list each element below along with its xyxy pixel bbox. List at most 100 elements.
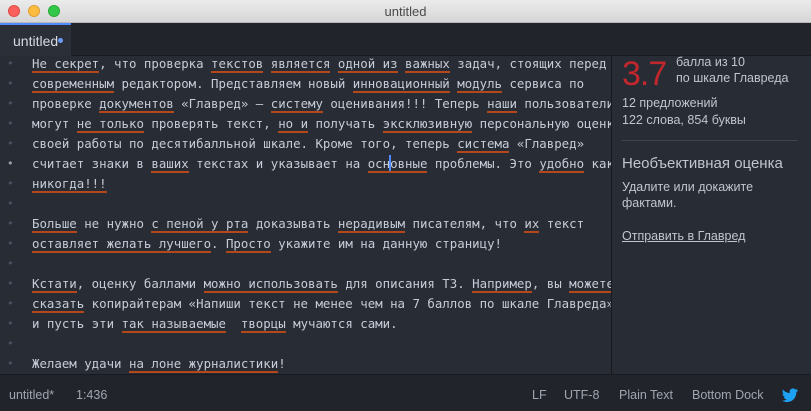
editor-line[interactable]: Желаем удачи на лоне журналистики! xyxy=(32,354,286,374)
text-segment: проблемы. Это xyxy=(427,156,540,171)
gutter-marker: • xyxy=(7,157,14,170)
flagged-word[interactable]: овные xyxy=(390,156,428,173)
gutter-marker: • xyxy=(7,137,14,150)
flagged-word[interactable]: оставляет желать лучшего xyxy=(32,236,212,253)
flagged-word[interactable]: ваших xyxy=(151,156,189,173)
text-segment: проверке xyxy=(32,96,100,111)
gutter-marker: • xyxy=(7,97,14,110)
text-segment: пользователи xyxy=(516,96,614,111)
editor-line[interactable]: Не секрет, что проверка текстов является… xyxy=(32,54,606,74)
flagged-word[interactable]: Например xyxy=(472,276,532,293)
text-segment: писателям, что xyxy=(405,216,525,231)
panel-divider xyxy=(622,140,798,141)
editor-line[interactable]: считает знаки в ваших текстах и указывае… xyxy=(32,154,614,174)
warning-text-2: фактами. xyxy=(622,196,677,210)
editor-line[interactable]: и пусть эти так называемые творцы мучают… xyxy=(32,314,398,334)
editor-line[interactable]: Больше не нужно с пеной у рта доказывать… xyxy=(32,214,584,234)
score-value: 3.7 xyxy=(622,55,667,93)
editor-line[interactable]: современным редактором. Представляем нов… xyxy=(32,74,584,94)
flagged-word[interactable]: их xyxy=(524,216,540,233)
text-segment: . xyxy=(211,236,226,251)
flagged-word[interactable]: современным xyxy=(32,76,115,93)
gutter: • • • • • • • • • • • • • • • • xyxy=(0,56,22,374)
flagged-word[interactable]: систему xyxy=(270,96,323,113)
tab-untitled[interactable]: untitled xyxy=(0,23,71,56)
app-window: untitled untitled • • • • • • • • • • • • • • • • Не се… xyxy=(0,0,811,411)
text-segment: редактором. Представляем новый xyxy=(114,76,353,91)
text-segment: проверять текст, xyxy=(143,116,279,131)
flagged-word[interactable]: Не секрет xyxy=(32,56,100,73)
text-segment: «Главред» xyxy=(509,136,585,151)
gutter-marker: • xyxy=(7,57,14,70)
gutter-marker: • xyxy=(7,117,14,130)
status-encoding[interactable]: UTF-8 xyxy=(564,388,599,402)
gutter-marker: • xyxy=(7,197,14,210)
window-title: untitled xyxy=(384,4,427,19)
flagged-word[interactable]: модуль xyxy=(457,76,502,93)
flagged-word[interactable]: сказать xyxy=(32,296,85,313)
flagged-word[interactable]: творцы xyxy=(240,316,286,333)
flagged-word[interactable]: инновационный xyxy=(352,76,450,93)
status-file-name[interactable]: untitled* xyxy=(9,388,54,402)
text-segment: мучаются сами. xyxy=(285,316,398,331)
send-to-glavred-link[interactable]: Отправить в Главред xyxy=(622,229,745,243)
sentence-count: 12 предложений xyxy=(622,96,718,110)
text-segment xyxy=(330,56,337,71)
tab-label: untitled xyxy=(13,33,59,49)
text-segment: , вы xyxy=(531,276,570,291)
flagged-word[interactable]: является xyxy=(270,56,331,73)
text-segment: оценивания!!! Теперь xyxy=(322,96,488,111)
text-segment: и пусть эти xyxy=(32,316,122,331)
flagged-word[interactable]: так называемые xyxy=(121,316,226,333)
title-bar: untitled xyxy=(0,0,811,23)
status-grammar[interactable]: Plain Text xyxy=(619,388,673,402)
flagged-word[interactable]: документов xyxy=(99,96,174,113)
text-segment: текстах и указывает на xyxy=(188,156,368,171)
flagged-word[interactable]: система xyxy=(457,136,510,153)
text-segment: как xyxy=(584,156,614,171)
gutter-marker: • xyxy=(7,277,14,290)
score-caption: балла из 10 xyxy=(676,55,745,69)
flagged-word[interactable]: с пеной у рта xyxy=(151,216,249,233)
editor-line[interactable]: своей работы по десятибалльной шкале. Кр… xyxy=(32,134,584,154)
flagged-word[interactable]: Больше xyxy=(32,216,77,233)
editor-line[interactable]: могут не только проверять текст, но и по… xyxy=(32,114,621,134)
flagged-word[interactable]: эксклюзивную xyxy=(382,116,473,133)
editor-line[interactable]: сказать копирайтерам «Напиши текст не ме… xyxy=(32,294,621,314)
flagged-word[interactable]: никогда!!! xyxy=(32,176,107,193)
text-segment: доказывать xyxy=(248,216,338,231)
flagged-word[interactable]: можете xyxy=(569,276,614,293)
flagged-word[interactable]: нерадивым xyxy=(337,216,406,233)
bird-icon[interactable] xyxy=(782,388,798,402)
flagged-word[interactable]: осн xyxy=(367,156,391,173)
flagged-word[interactable]: одной из xyxy=(337,56,398,73)
text-segment: копирайтерам «Напиши текст не менее чем … xyxy=(84,296,622,311)
flagged-word[interactable]: не только xyxy=(76,116,144,133)
text-segment: для описания ТЗ. xyxy=(337,276,473,291)
flagged-word[interactable]: на лоне журналистики xyxy=(128,356,279,373)
editor-line[interactable]: Кстати, оценку баллами можно использоват… xyxy=(32,274,614,294)
flagged-word[interactable]: можно использовать xyxy=(203,276,338,293)
editor-line[interactable]: проверке документов «Главред» — систему … xyxy=(32,94,614,114)
flagged-word[interactable]: Просто xyxy=(225,236,271,253)
text-segment: считает знаки в xyxy=(32,156,152,171)
flagged-word[interactable]: Кстати xyxy=(32,276,77,293)
editor-line[interactable]: никогда!!! xyxy=(32,174,107,194)
text-segment: , что проверка xyxy=(99,56,212,71)
editor-line[interactable]: оставляет желать лучшего. Просто укажите… xyxy=(32,234,502,254)
text-segment: получать xyxy=(308,116,383,131)
status-line-ending[interactable]: LF xyxy=(532,388,547,402)
word-char-count: 122 слова, 854 буквы xyxy=(622,113,746,127)
flagged-word[interactable]: важных xyxy=(405,56,450,73)
flagged-word[interactable]: текстов xyxy=(211,56,264,73)
text-editor[interactable]: • • • • • • • • • • • • • • • • Не секрет, что проверка… xyxy=(0,54,621,374)
flagged-word[interactable]: но и xyxy=(278,116,309,133)
glavred-panel: 3.7 балла из 10 по шкале Главреда 12 пре… xyxy=(611,55,811,374)
flagged-word[interactable]: наши xyxy=(487,96,517,113)
flagged-word[interactable]: удобно xyxy=(539,156,585,173)
status-cursor-position[interactable]: 1:436 xyxy=(76,388,107,402)
text-segment: текст xyxy=(539,216,585,231)
status-dock[interactable]: Bottom Dock xyxy=(692,388,764,402)
gutter-marker: • xyxy=(7,77,14,90)
gutter-marker: • xyxy=(7,237,14,250)
